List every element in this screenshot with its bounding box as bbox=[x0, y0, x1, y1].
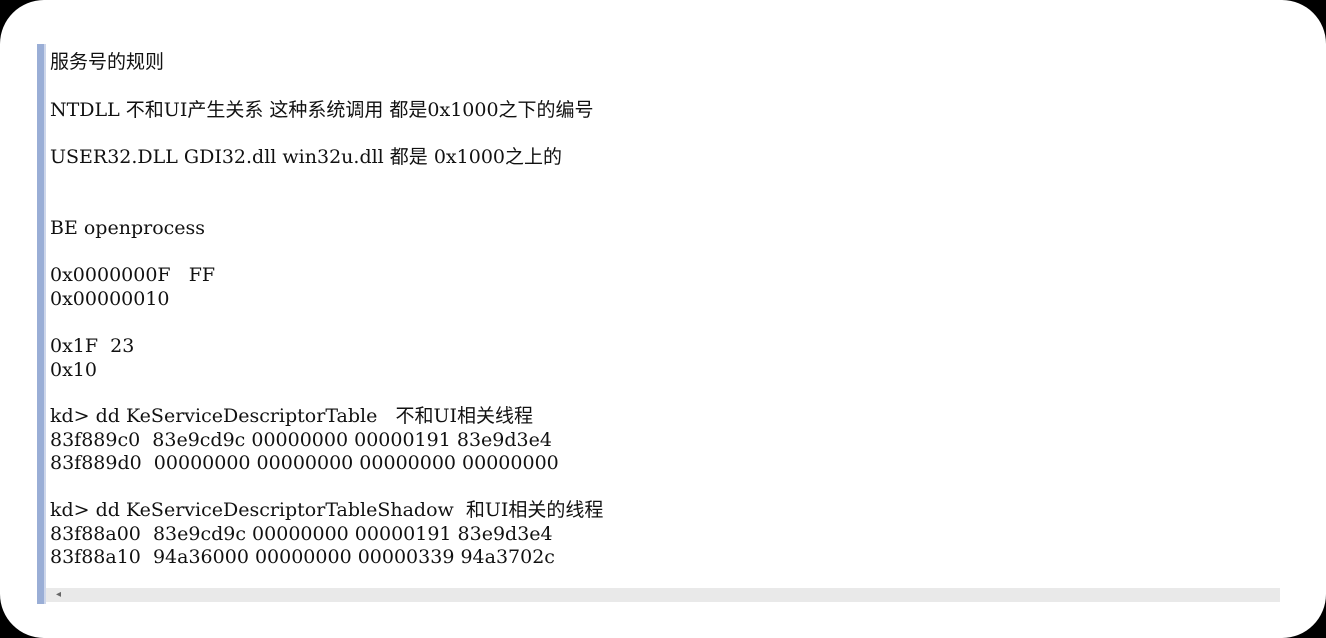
scroll-left-arrow-icon[interactable]: ◂ bbox=[56, 590, 66, 600]
editor-left-margin-inner bbox=[44, 44, 46, 604]
text-line: USER32.DLL GDI32.dll win32u.dll 都是 0x100… bbox=[50, 146, 562, 168]
text-line: NTDLL 不和UI产生关系 这种系统调用 都是0x1000之下的编号 bbox=[50, 99, 594, 121]
text-line: 0x00000010 bbox=[50, 288, 170, 310]
text-line: BE openprocess bbox=[50, 217, 206, 239]
text-line: 83f889c0 83e9cd9c 00000000 00000191 83e9… bbox=[50, 429, 552, 451]
text-line: 83f88a00 83e9cd9c 00000000 00000191 83e9… bbox=[50, 523, 553, 545]
horizontal-scrollbar[interactable] bbox=[46, 588, 1280, 602]
screenshot-card: 服务号的规则 NTDLL 不和UI产生关系 这种系统调用 都是0x1000之下的… bbox=[0, 0, 1326, 638]
text-line: 0x0000000F FF bbox=[50, 264, 216, 286]
text-line: 83f889d0 00000000 00000000 00000000 0000… bbox=[50, 452, 559, 474]
text-line: kd> dd KeServiceDescriptorTable 不和UI相关线程 bbox=[50, 405, 533, 427]
text-line: kd> dd KeServiceDescriptorTableShadow 和U… bbox=[50, 499, 604, 521]
text-line: 服务号的规则 bbox=[50, 51, 165, 73]
text-line: 83f88a10 94a36000 00000000 00000339 94a3… bbox=[50, 546, 555, 568]
editor-left-margin bbox=[37, 44, 44, 604]
text-editor-area[interactable]: 服务号的规则 NTDLL 不和UI产生关系 这种系统调用 都是0x1000之下的… bbox=[50, 48, 1280, 588]
text-line: 0x1F 23 bbox=[50, 335, 135, 357]
text-line: 0x10 bbox=[50, 359, 97, 381]
